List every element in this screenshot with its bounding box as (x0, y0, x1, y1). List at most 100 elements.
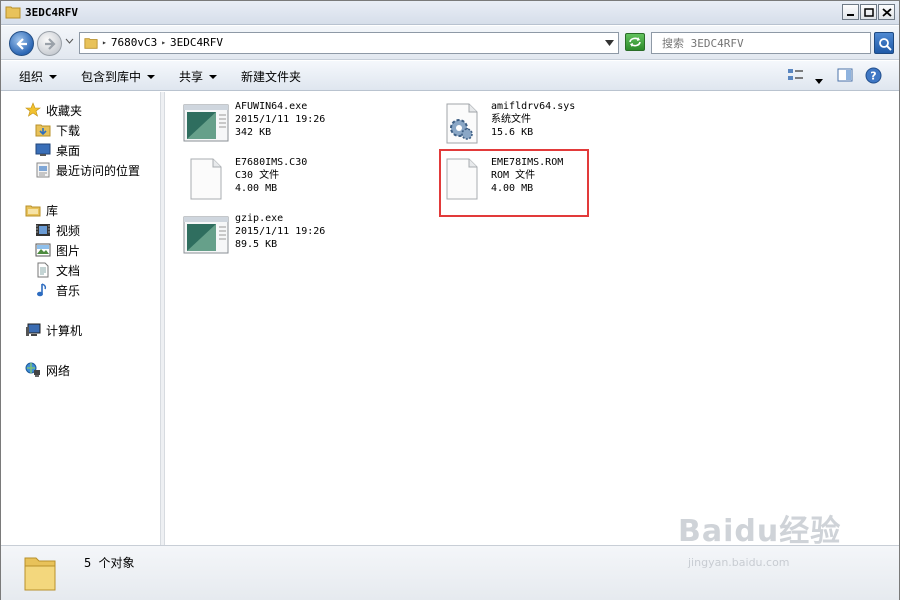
library-icon (25, 202, 41, 218)
file-name: amifldrv64.sys (491, 101, 576, 112)
chevron-right-icon[interactable]: ▸ (161, 38, 166, 47)
back-button[interactable] (9, 31, 34, 56)
nav-item-favorites[interactable]: 收藏夹 (25, 101, 82, 119)
change-view-button[interactable] (787, 67, 805, 86)
nav-label: 图片 (56, 243, 81, 258)
folder-icon (84, 36, 98, 53)
chevron-down-icon (147, 74, 156, 79)
address-bar[interactable]: ▸ 7680vC3 ▸ 3EDC4RFV (79, 32, 619, 54)
file-item[interactable]: AFUWIN64.exe 2015/1/11 19:26 342 KB (183, 98, 423, 150)
nav-item-pictures[interactable]: 图片 (35, 241, 80, 259)
nav-label: 收藏夹 (46, 103, 83, 118)
search-icon (879, 38, 892, 51)
include-in-library-menu[interactable]: 包含到库中 (81, 68, 156, 85)
search-box[interactable] (651, 32, 871, 54)
nav-item-documents[interactable]: 文档 (35, 261, 80, 279)
maximize-icon (864, 8, 874, 17)
svg-text:?: ? (870, 70, 876, 83)
breadcrumb-item[interactable]: 7680vC3 (111, 36, 157, 49)
arrow-right-icon (45, 38, 56, 50)
navigation-pane: 收藏夹 下载 桌面 最近访问的位置 库 视频 图片 文档 音乐 计算机 网络 (1, 92, 161, 545)
nav-label: 音乐 (56, 283, 81, 298)
file-size: 4.00 MB (491, 183, 534, 194)
breadcrumb-item[interactable]: 3EDC4RFV (170, 36, 223, 49)
new-folder-label: 新建文件夹 (241, 70, 302, 84)
file-size: 4.00 MB (235, 183, 278, 194)
search-input[interactable] (652, 33, 870, 53)
recent-places-icon (35, 162, 51, 178)
include-in-library-label: 包含到库中 (81, 70, 142, 84)
desktop-icon (35, 142, 51, 158)
help-button[interactable]: ? (865, 67, 882, 87)
chevron-down-icon[interactable] (605, 40, 614, 46)
nav-item-libraries[interactable]: 库 (25, 201, 58, 219)
close-icon (882, 8, 892, 17)
star-icon (25, 102, 41, 118)
file-item-selected[interactable]: EME78IMS.ROM ROM 文件 4.00 MB (439, 154, 679, 206)
file-name: gzip.exe (235, 213, 284, 224)
document-icon (35, 262, 51, 278)
downloads-folder-icon (35, 122, 51, 138)
pane-splitter[interactable] (161, 92, 165, 545)
nav-label: 库 (46, 203, 59, 218)
chevron-down-icon (49, 74, 58, 79)
nav-item-downloads[interactable]: 下载 (35, 121, 80, 139)
file-item[interactable]: gzip.exe 2015/1/11 19:26 89.5 KB (183, 210, 423, 262)
network-icon (25, 362, 41, 378)
nav-label: 视频 (56, 223, 81, 238)
share-menu[interactable]: 共享 (179, 68, 218, 85)
folder-icon (5, 4, 21, 23)
file-size: 342 KB (235, 127, 272, 138)
file-item[interactable]: E7680IMS.C30 C30 文件 4.00 MB (183, 154, 423, 206)
chevron-down-icon (209, 74, 218, 79)
file-name: AFUWIN64.exe (235, 101, 308, 112)
file-size: 15.6 KB (491, 127, 534, 138)
refresh-button[interactable] (625, 33, 645, 51)
chevron-right-icon[interactable]: ▸ (102, 38, 107, 47)
file-item[interactable]: amifldrv64.sys 系统文件 15.6 KB (439, 98, 679, 150)
minimize-button[interactable] (842, 4, 859, 20)
exe-window-icon (183, 102, 229, 144)
nav-item-music[interactable]: 音乐 (35, 281, 80, 299)
close-button[interactable] (878, 4, 895, 20)
explorer-window: 3EDC4RFV ▸ 7680vC3 ▸ 3EDC4RFV 搜索 3EDC4RF… (0, 0, 900, 600)
share-label: 共享 (179, 70, 204, 84)
search-button[interactable] (874, 32, 894, 54)
blank-file-icon (183, 158, 229, 200)
system-file-gear-icon (439, 102, 485, 144)
file-type: 系统文件 (491, 114, 531, 125)
computer-icon (25, 322, 41, 338)
refresh-icon (629, 37, 641, 47)
blank-file-icon (439, 158, 485, 200)
chevron-down-icon[interactable] (65, 38, 74, 44)
nav-item-computer[interactable]: 计算机 (25, 321, 82, 339)
arrow-left-icon (16, 38, 27, 50)
nav-item-recent-places[interactable]: 最近访问的位置 (35, 161, 140, 179)
title-bar: 3EDC4RFV (1, 1, 899, 25)
new-folder-button[interactable]: 新建文件夹 (241, 68, 301, 85)
file-modified: 2015/1/11 19:26 (235, 226, 326, 237)
forward-button[interactable] (37, 31, 62, 56)
nav-label: 网络 (46, 363, 71, 378)
file-modified: 2015/1/11 19:26 (235, 114, 326, 125)
exe-window-icon (183, 214, 229, 256)
video-icon (35, 222, 51, 238)
organize-menu[interactable]: 组织 (19, 68, 58, 85)
details-pane: 5 个对象 (1, 545, 899, 600)
nav-item-videos[interactable]: 视频 (35, 221, 80, 239)
item-count: 5 个对象 (84, 556, 135, 570)
chevron-down-icon (815, 79, 823, 84)
nav-label: 计算机 (46, 323, 83, 338)
maximize-button[interactable] (860, 4, 877, 20)
address-row: ▸ 7680vC3 ▸ 3EDC4RFV (1, 26, 899, 60)
nav-item-network[interactable]: 网络 (25, 361, 70, 379)
minimize-icon (847, 14, 854, 16)
music-icon (35, 282, 51, 298)
organize-label: 组织 (19, 70, 44, 84)
preview-pane-button[interactable] (837, 67, 853, 86)
view-options-icon (788, 69, 803, 80)
view-dropdown[interactable] (815, 73, 823, 87)
nav-label: 下载 (56, 123, 81, 138)
window-title: 3EDC4RFV (25, 6, 78, 19)
nav-item-desktop[interactable]: 桌面 (35, 141, 80, 159)
